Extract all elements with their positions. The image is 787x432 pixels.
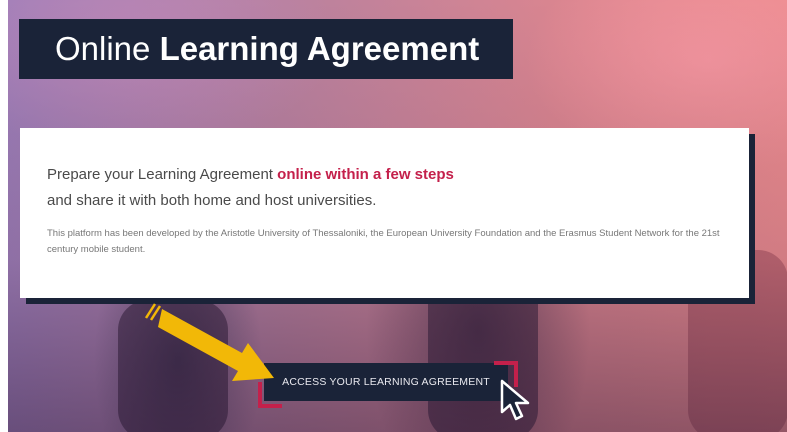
page-title: Online Learning Agreement — [55, 30, 479, 68]
page-title-bold: Learning Agreement — [159, 30, 480, 67]
tagline-highlight: online within a few steps — [277, 166, 454, 183]
platform-description: This platform has been developed by the … — [47, 228, 720, 255]
arrow-pointer-icon — [144, 303, 274, 381]
access-learning-agreement-button[interactable]: ACCESS YOUR LEARNING AGREEMENT — [264, 363, 508, 401]
mouse-cursor-icon — [500, 379, 530, 421]
intro-card: Prepare your Learning Agreement online w… — [20, 128, 749, 298]
intro-tagline: Prepare your Learning Agreement online w… — [47, 162, 721, 214]
page-title-light: Online — [55, 30, 151, 67]
tagline-line2: and share it with both home and host uni… — [47, 192, 377, 209]
tagline-prefix: Prepare your Learning Agreement — [47, 166, 278, 183]
page-title-banner: Online Learning Agreement — [19, 19, 513, 79]
